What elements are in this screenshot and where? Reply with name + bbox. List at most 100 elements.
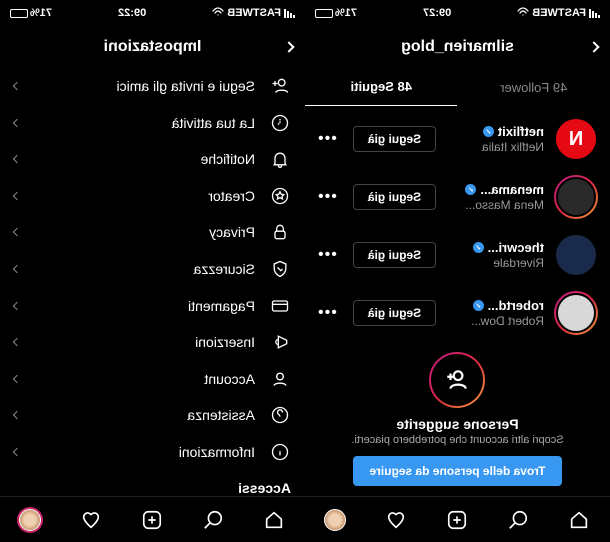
status-bar: FASTWEB 09:22 71% [0, 0, 305, 26]
verified-icon: ✓ [465, 184, 476, 195]
avatar[interactable]: N [554, 117, 598, 161]
verified-icon: ✓ [483, 126, 494, 137]
activity-icon[interactable] [81, 509, 103, 531]
avatar[interactable] [554, 291, 598, 335]
more-icon[interactable]: ••• [317, 188, 337, 206]
setting-row-info[interactable]: Informazioni [0, 433, 305, 470]
find-people-button[interactable]: Trova delle persone da seguire [353, 456, 561, 486]
follower-tabs: 49 Follower 48 Seguiti [305, 68, 610, 106]
back-icon[interactable] [588, 41, 599, 52]
follow-toggle-button[interactable]: Segui già [353, 184, 436, 210]
setting-row-lock[interactable]: Privacy [0, 214, 305, 251]
display-name: Netflix Italia [446, 140, 544, 154]
setting-row-shield[interactable]: Sicurezza [0, 251, 305, 288]
verified-icon: ✓ [473, 242, 484, 253]
setting-row-clock[interactable]: La tua attività [0, 105, 305, 142]
follow-toggle-button[interactable]: Segui già [353, 300, 436, 326]
page-title: silmarien_blog [401, 38, 514, 56]
following-header: silmarien_blog [305, 26, 610, 68]
battery-icon: 71% [10, 7, 52, 19]
home-icon[interactable] [569, 509, 591, 531]
bell-icon [269, 149, 291, 169]
username: robertd... [488, 298, 544, 313]
setting-label: Sicurezza [34, 261, 255, 277]
setting-row-bell[interactable]: Notifiche [0, 141, 305, 178]
more-icon[interactable]: ••• [317, 246, 337, 264]
person-add-icon [269, 76, 291, 96]
setting-row-card[interactable]: Pagamenti [0, 287, 305, 324]
status-time: 09:22 [118, 7, 146, 19]
more-icon[interactable]: ••• [317, 130, 337, 148]
user-row[interactable]: thecwri... ✓ Riverdale Segui già ••• [305, 226, 610, 284]
profile-icon[interactable] [20, 509, 42, 531]
shield-icon [269, 259, 291, 279]
chevron-right-icon [13, 192, 21, 200]
chevron-right-icon [13, 119, 21, 127]
tab-followers[interactable]: 49 Follower [458, 68, 610, 106]
home-icon[interactable] [264, 509, 286, 531]
page-title: Impostazioni [104, 38, 202, 56]
lock-icon [269, 222, 291, 242]
back-icon[interactable] [283, 41, 294, 52]
setting-label: Creator [34, 188, 255, 204]
profile-icon[interactable] [325, 509, 347, 531]
follow-list: N netflixit ✓ Netflix Italia Segui già •… [305, 106, 610, 496]
more-icon[interactable]: ••• [317, 304, 337, 322]
display-name: Robert Dow... [446, 314, 544, 328]
setting-label: Informazioni [34, 444, 255, 460]
verified-icon: ✓ [473, 300, 484, 311]
bottom-nav [0, 496, 305, 542]
setting-label: Inserzioni [34, 334, 255, 350]
suggestion-section: Persone suggerite Scopri altri account c… [305, 342, 610, 486]
search-icon[interactable] [508, 509, 530, 531]
status-time: 09:27 [423, 7, 451, 19]
setting-label: Notifiche [34, 151, 255, 167]
new-post-icon[interactable] [447, 509, 469, 531]
star-badge-icon [269, 186, 291, 206]
chevron-right-icon [13, 155, 21, 163]
setting-label: Segui e invita gli amici [34, 78, 255, 94]
user-row[interactable]: N netflixit ✓ Netflix Italia Segui già •… [305, 110, 610, 168]
status-bar: FASTWEB 09:27 71% [305, 0, 610, 26]
username: netflixit [498, 124, 544, 139]
username: menama... [480, 182, 544, 197]
megaphone-icon [269, 332, 291, 352]
setting-label: Pagamenti [34, 298, 255, 314]
chevron-right-icon [13, 228, 21, 236]
user-icon [269, 369, 291, 389]
user-row[interactable]: menama... ✓ Mena Masso... Segui già ••• [305, 168, 610, 226]
bottom-nav [305, 496, 610, 542]
suggest-icon [430, 352, 486, 408]
setting-row-star-badge[interactable]: Creator [0, 178, 305, 215]
chevron-right-icon [13, 411, 21, 419]
user-row[interactable]: robertd... ✓ Robert Dow... Segui già ••• [305, 284, 610, 342]
setting-row-megaphone[interactable]: Inserzioni [0, 324, 305, 361]
chevron-right-icon [13, 374, 21, 382]
section-header-accessi: Accessi [0, 470, 305, 496]
settings-header: Impostazioni [0, 26, 305, 68]
chevron-right-icon [13, 265, 21, 273]
tab-following[interactable]: 48 Seguiti [305, 68, 458, 106]
chevron-right-icon [13, 338, 21, 346]
card-icon [269, 296, 291, 316]
carrier: FASTWEB [227, 7, 281, 19]
suggest-subtitle: Scopri altri account che potrebbero piac… [351, 434, 563, 446]
wifi-icon [212, 7, 224, 20]
setting-label: La tua attività [34, 115, 255, 131]
new-post-icon[interactable] [142, 509, 164, 531]
activity-icon[interactable] [386, 509, 408, 531]
setting-row-person-add[interactable]: Segui e invita gli amici [0, 68, 305, 105]
setting-row-user[interactable]: Account [0, 360, 305, 397]
setting-row-help[interactable]: Assistenza [0, 397, 305, 434]
wifi-icon [517, 7, 529, 20]
user-meta: thecwri... ✓ Riverdale [446, 240, 544, 270]
avatar[interactable] [554, 175, 598, 219]
display-name: Mena Masso... [446, 198, 544, 212]
follow-toggle-button[interactable]: Segui già [353, 242, 436, 268]
phone-settings: FASTWEB 09:22 71% Impostazioni Segui e i… [0, 0, 305, 542]
search-icon[interactable] [203, 509, 225, 531]
user-meta: robertd... ✓ Robert Dow... [446, 298, 544, 328]
follow-toggle-button[interactable]: Segui già [353, 126, 436, 152]
avatar[interactable] [554, 233, 598, 277]
carrier: FASTWEB [532, 7, 586, 19]
